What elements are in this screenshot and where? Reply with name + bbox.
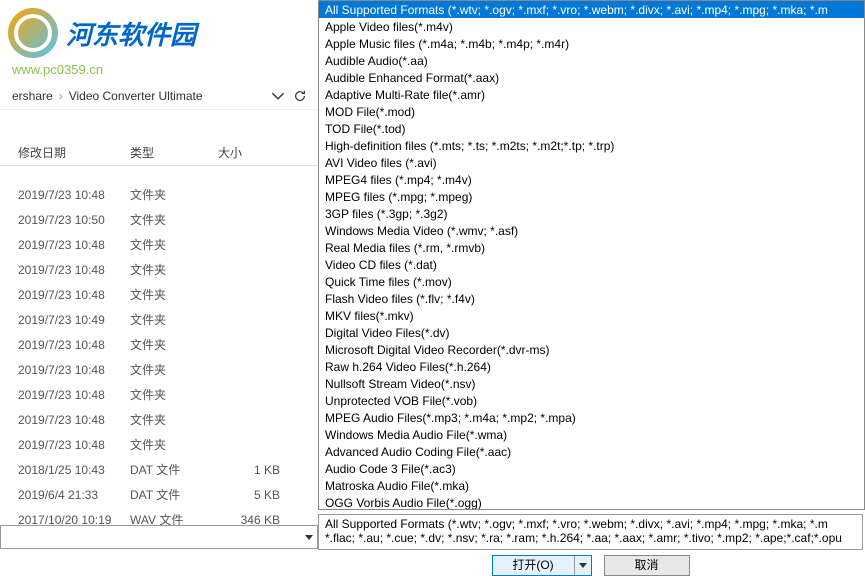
column-date[interactable]: 修改日期 <box>0 144 130 161</box>
dialog-buttons: 打开(O) 取消 <box>318 554 863 576</box>
chevron-down-icon <box>579 563 587 568</box>
cell-type: 文件夹 <box>130 211 218 228</box>
dropdown-item[interactable]: Nullsoft Stream Video(*.nsv) <box>319 375 864 392</box>
open-button-dropdown[interactable] <box>575 556 591 575</box>
dropdown-item[interactable]: Real Media files (*.rm, *.rmvb) <box>319 239 864 256</box>
column-type[interactable]: 类型 <box>130 144 218 161</box>
dropdown-item[interactable]: MOD File(*.mod) <box>319 103 864 120</box>
dropdown-item[interactable]: Audible Enhanced Format(*.aax) <box>319 69 864 86</box>
cell-date: 2019/7/23 10:48 <box>0 438 130 452</box>
table-row[interactable]: 2019/7/23 10:48文件夹 <box>0 182 318 207</box>
dropdown-item[interactable]: All Supported Formats (*.wtv; *.ogv; *.m… <box>319 1 864 18</box>
cell-date: 2019/7/23 10:48 <box>0 238 130 252</box>
table-row[interactable]: 2019/7/23 10:50文件夹 <box>0 207 318 232</box>
dropdown-item[interactable]: MPEG4 files (*.mp4; *.m4v) <box>319 171 864 188</box>
cell-date: 2019/6/4 21:33 <box>0 488 130 502</box>
refresh-icon[interactable] <box>290 86 310 106</box>
table-row[interactable]: 2019/6/4 21:33DAT 文件5 KB <box>0 482 318 507</box>
cell-size: 1 KB <box>218 463 288 477</box>
open-button[interactable]: 打开(O) <box>492 555 592 576</box>
cell-date: 2019/7/23 10:48 <box>0 288 130 302</box>
cell-date: 2019/7/23 10:48 <box>0 263 130 277</box>
column-size[interactable]: 大小 <box>218 144 288 161</box>
cell-type: 文件夹 <box>130 336 218 353</box>
cell-type: 文件夹 <box>130 436 218 453</box>
chevron-down-icon[interactable] <box>270 88 286 104</box>
filter-text: All Supported Formats (*.wtv; *.ogv; *.m… <box>325 517 842 545</box>
dropdown-item[interactable]: OGG Vorbis Audio File(*.ogg) <box>319 494 864 510</box>
file-list: 修改日期 类型 大小 2019/7/23 10:48文件夹2019/7/23 1… <box>0 140 318 532</box>
breadcrumb-item[interactable]: Video Converter Ultimate <box>65 89 207 103</box>
dropdown-item[interactable]: Unprotected VOB File(*.vob) <box>319 392 864 409</box>
cell-date: 2019/7/23 10:48 <box>0 338 130 352</box>
column-headers[interactable]: 修改日期 类型 大小 <box>0 140 318 166</box>
dropdown-item[interactable]: 3GP files (*.3gp; *.3g2) <box>319 205 864 222</box>
breadcrumb[interactable]: ershare › Video Converter Ultimate <box>0 82 318 110</box>
dropdown-item[interactable]: Audible Audio(*.aa) <box>319 52 864 69</box>
cell-type: 文件夹 <box>130 411 218 428</box>
dropdown-item[interactable]: Apple Music files (*.m4a; *.m4b; *.m4p; … <box>319 35 864 52</box>
table-row[interactable]: 2018/1/25 10:43DAT 文件1 KB <box>0 457 318 482</box>
cell-date: 2019/7/23 10:48 <box>0 388 130 402</box>
table-row[interactable]: 2019/7/23 10:48文件夹 <box>0 407 318 432</box>
filename-input[interactable] <box>0 525 318 549</box>
cell-type: 文件夹 <box>130 236 218 253</box>
open-button-label[interactable]: 打开(O) <box>493 556 575 575</box>
dropdown-item[interactable]: TOD File(*.tod) <box>319 120 864 137</box>
table-row[interactable]: 2019/7/23 10:48文件夹 <box>0 332 318 357</box>
dropdown-item[interactable]: Matroska Audio File(*.mka) <box>319 477 864 494</box>
dropdown-item[interactable]: Video CD files (*.dat) <box>319 256 864 273</box>
table-row[interactable]: 2019/7/23 10:48文件夹 <box>0 282 318 307</box>
logo-text: 河东软件园 <box>66 15 196 52</box>
table-row[interactable]: 2019/7/23 10:48文件夹 <box>0 382 318 407</box>
table-row[interactable]: 2019/7/23 10:48文件夹 <box>0 432 318 457</box>
cell-type: 文件夹 <box>130 261 218 278</box>
cell-size: 5 KB <box>218 488 288 502</box>
dropdown-item[interactable]: Audio Code 3 File(*.ac3) <box>319 460 864 477</box>
filetype-combobox[interactable]: All Supported Formats (*.wtv; *.ogv; *.m… <box>318 514 863 550</box>
watermark-logo: 河东软件园 www.pc0359.cn <box>0 0 318 70</box>
dropdown-item[interactable]: Adaptive Multi-Rate file(*.amr) <box>319 86 864 103</box>
cell-date: 2019/7/23 10:48 <box>0 363 130 377</box>
logo-icon <box>8 8 58 58</box>
chevron-right-icon: › <box>57 89 65 103</box>
dropdown-item[interactable]: MKV files(*.mkv) <box>319 307 864 324</box>
dropdown-item[interactable]: AVI Video files (*.avi) <box>319 154 864 171</box>
dropdown-item[interactable]: Flash Video files (*.flv; *.f4v) <box>319 290 864 307</box>
dropdown-item[interactable]: Apple Video files(*.m4v) <box>319 18 864 35</box>
cell-type: 文件夹 <box>130 386 218 403</box>
cell-date: 2019/7/23 10:49 <box>0 313 130 327</box>
dropdown-item[interactable]: Raw h.264 Video Files(*.h.264) <box>319 358 864 375</box>
cell-date: 2019/7/23 10:50 <box>0 213 130 227</box>
cell-type: 文件夹 <box>130 186 218 203</box>
cell-type: 文件夹 <box>130 361 218 378</box>
dropdown-item[interactable]: Digital Video Files(*.dv) <box>319 324 864 341</box>
cell-date: 2018/1/25 10:43 <box>0 463 130 477</box>
table-row[interactable]: 2019/7/23 10:48文件夹 <box>0 232 318 257</box>
dropdown-item[interactable]: MPEG files (*.mpg; *.mpeg) <box>319 188 864 205</box>
cell-date: 2019/7/23 10:48 <box>0 188 130 202</box>
cancel-button[interactable]: 取消 <box>604 555 690 576</box>
table-row[interactable]: 2019/7/23 10:48文件夹 <box>0 257 318 282</box>
cell-type: 文件夹 <box>130 286 218 303</box>
dropdown-item[interactable]: Quick Time files (*.mov) <box>319 273 864 290</box>
cell-type: DAT 文件 <box>130 486 218 503</box>
cell-date: 2019/7/23 10:48 <box>0 413 130 427</box>
dropdown-item[interactable]: Microsoft Digital Video Recorder(*.dvr-m… <box>319 341 864 358</box>
cell-type: 文件夹 <box>130 311 218 328</box>
table-row[interactable]: 2019/7/23 10:49文件夹 <box>0 307 318 332</box>
filetype-dropdown[interactable]: All Supported Formats (*.wtv; *.ogv; *.m… <box>318 0 865 510</box>
dropdown-item[interactable]: Windows Media Audio File(*.wma) <box>319 426 864 443</box>
dropdown-item[interactable]: MPEG Audio Files(*.mp3; *.m4a; *.mp2; *.… <box>319 409 864 426</box>
dropdown-item[interactable]: Windows Media Video (*.wmv; *.asf) <box>319 222 864 239</box>
cell-type: DAT 文件 <box>130 461 218 478</box>
dropdown-item[interactable]: High-definition files (*.mts; *.ts; *.m2… <box>319 137 864 154</box>
logo-url: www.pc0359.cn <box>0 62 317 77</box>
table-row[interactable]: 2019/7/23 10:48文件夹 <box>0 357 318 382</box>
dropdown-item[interactable]: Advanced Audio Coding File(*.aac) <box>319 443 864 460</box>
breadcrumb-item[interactable]: ershare <box>8 89 57 103</box>
